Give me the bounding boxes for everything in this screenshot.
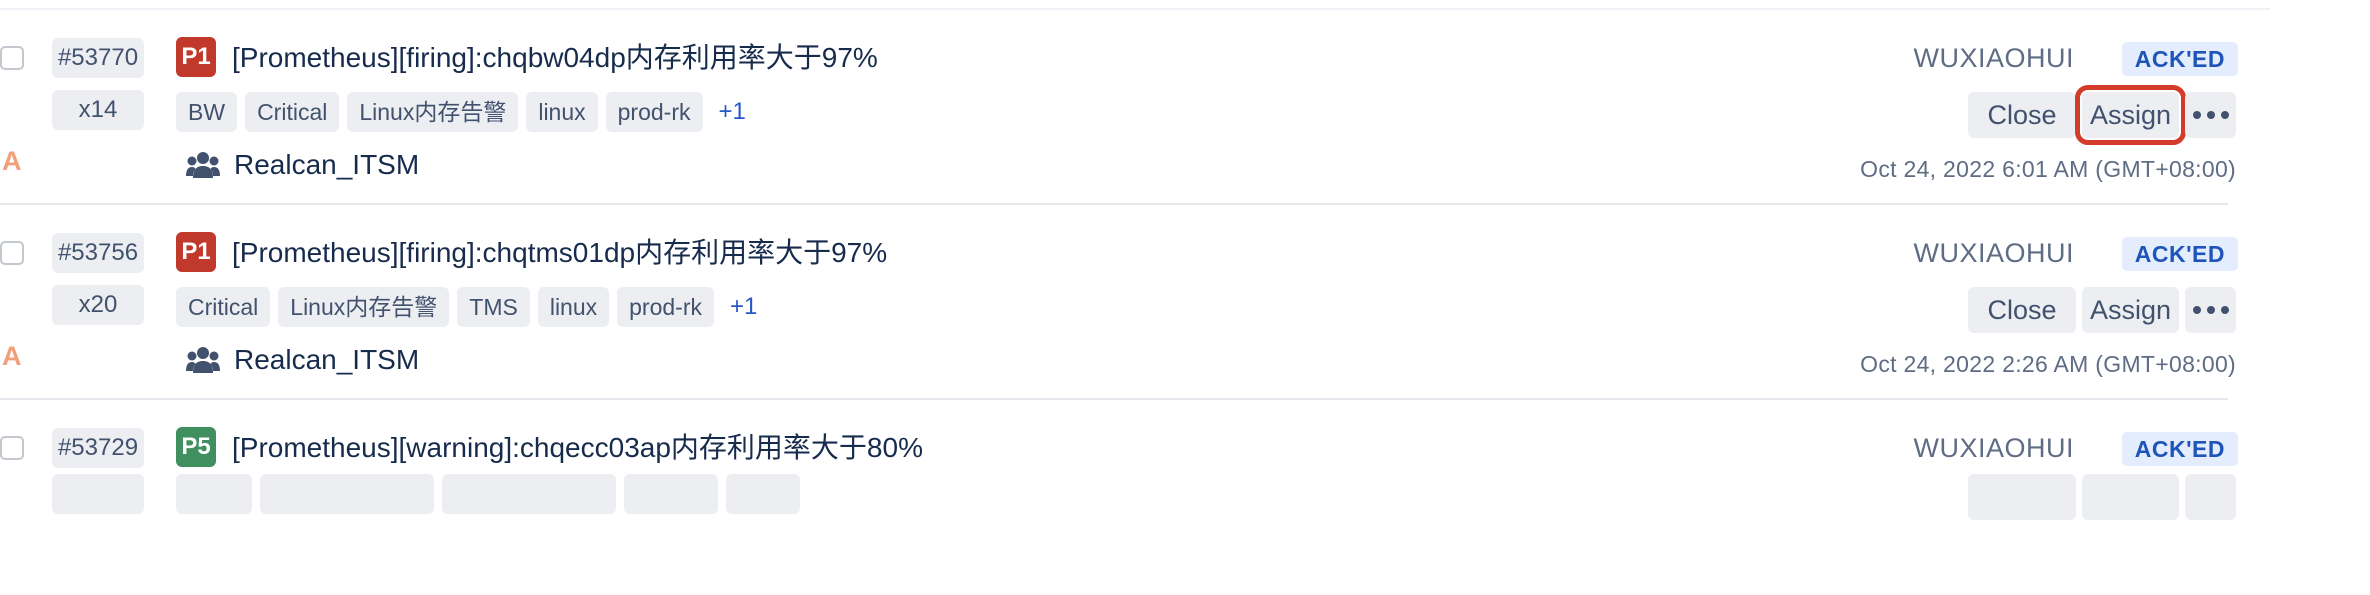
- team-icon: [186, 152, 220, 178]
- row-checkbox[interactable]: [0, 241, 24, 265]
- incident-id[interactable]: #53756: [52, 233, 144, 273]
- tag: [624, 474, 718, 514]
- alert-count: x14: [52, 90, 144, 130]
- alert-count: [52, 474, 144, 514]
- team-info: Realcan_ITSM: [186, 147, 419, 183]
- incident-title[interactable]: [Prometheus][warning]:chqecc03ap内存利用率大于8…: [232, 428, 923, 468]
- priority-badge: P1: [176, 232, 216, 272]
- row-checkbox[interactable]: [0, 46, 24, 70]
- tag: [442, 474, 616, 514]
- tag: prod-rk: [617, 287, 714, 327]
- tag: Linux内存告警: [347, 92, 519, 132]
- more-tags-link[interactable]: +1: [722, 287, 757, 327]
- tag: linux: [537, 287, 610, 327]
- assign-button[interactable]: Assign: [2075, 85, 2186, 145]
- incident-id[interactable]: #53770: [52, 38, 144, 78]
- incident-timestamp: Oct 24, 2022 2:26 AM (GMT+08:00): [1860, 351, 2236, 377]
- channel-mark: A: [2, 146, 22, 176]
- tag: [726, 474, 800, 514]
- assignee-name[interactable]: WUXIAOHUI: [1913, 233, 2074, 273]
- more-tags-link[interactable]: +1: [711, 92, 746, 132]
- tag: [260, 474, 434, 514]
- close-button[interactable]: Close: [1968, 287, 2076, 333]
- incident-timestamp: Oct 24, 2022 6:01 AM (GMT+08:00): [1860, 156, 2236, 182]
- tag: Critical: [245, 92, 340, 132]
- status-badge: ACK'ED: [2121, 42, 2238, 76]
- more-horizontal-icon[interactable]: [2185, 287, 2236, 333]
- close-button[interactable]: Close: [1968, 92, 2076, 138]
- channel-mark: A: [2, 341, 22, 371]
- tag: prod-rk: [605, 92, 703, 132]
- status-badge: ACK'ED: [2121, 432, 2238, 466]
- tag: linux: [526, 92, 598, 132]
- team-name[interactable]: Realcan_ITSM: [234, 147, 419, 183]
- more-horizontal-icon[interactable]: [2185, 92, 2236, 138]
- incident-id[interactable]: #53729: [52, 428, 144, 468]
- row-checkbox[interactable]: [0, 436, 24, 460]
- team-icon: [186, 347, 220, 373]
- tag-list: BW Critical Linux内存告警 linux prod-rk +1: [176, 92, 746, 132]
- team-info: Realcan_ITSM: [186, 342, 419, 378]
- tag: BW: [176, 92, 238, 132]
- tag: [176, 474, 252, 514]
- close-button[interactable]: [1968, 474, 2076, 520]
- more-horizontal-icon[interactable]: [2185, 474, 2236, 520]
- assignee-name[interactable]: WUXIAOHUI: [1913, 38, 2074, 78]
- incident-row[interactable]: #53756 x20 P1 [Prometheus][firing]:chqtm…: [0, 205, 2270, 400]
- priority-badge: P1: [176, 37, 216, 77]
- alert-count: x20: [52, 285, 144, 325]
- status-badge: ACK'ED: [2121, 237, 2238, 271]
- incident-row[interactable]: #53770 x14 P1 [Prometheus][firing]:chqbw…: [0, 10, 2270, 205]
- priority-badge: P5: [176, 427, 216, 467]
- incident-row[interactable]: #53729 P5 [Prometheus][warning]:chqecc03…: [0, 400, 2270, 595]
- assign-button[interactable]: [2082, 474, 2179, 520]
- tag-list: Critical Linux内存告警 TMS linux prod-rk +1: [176, 287, 757, 327]
- assign-button[interactable]: Assign: [2082, 287, 2179, 333]
- incident-title[interactable]: [Prometheus][firing]:chqtms01dp内存利用率大于97…: [232, 233, 887, 273]
- tag: Linux内存告警: [278, 287, 450, 327]
- assignee-name[interactable]: WUXIAOHUI: [1913, 428, 2074, 468]
- tag-list: [176, 474, 800, 514]
- tag: Critical: [176, 287, 271, 327]
- team-name[interactable]: Realcan_ITSM: [234, 342, 419, 378]
- tag: TMS: [457, 287, 530, 327]
- incident-title[interactable]: [Prometheus][firing]:chqbw04dp内存利用率大于97%: [232, 38, 878, 78]
